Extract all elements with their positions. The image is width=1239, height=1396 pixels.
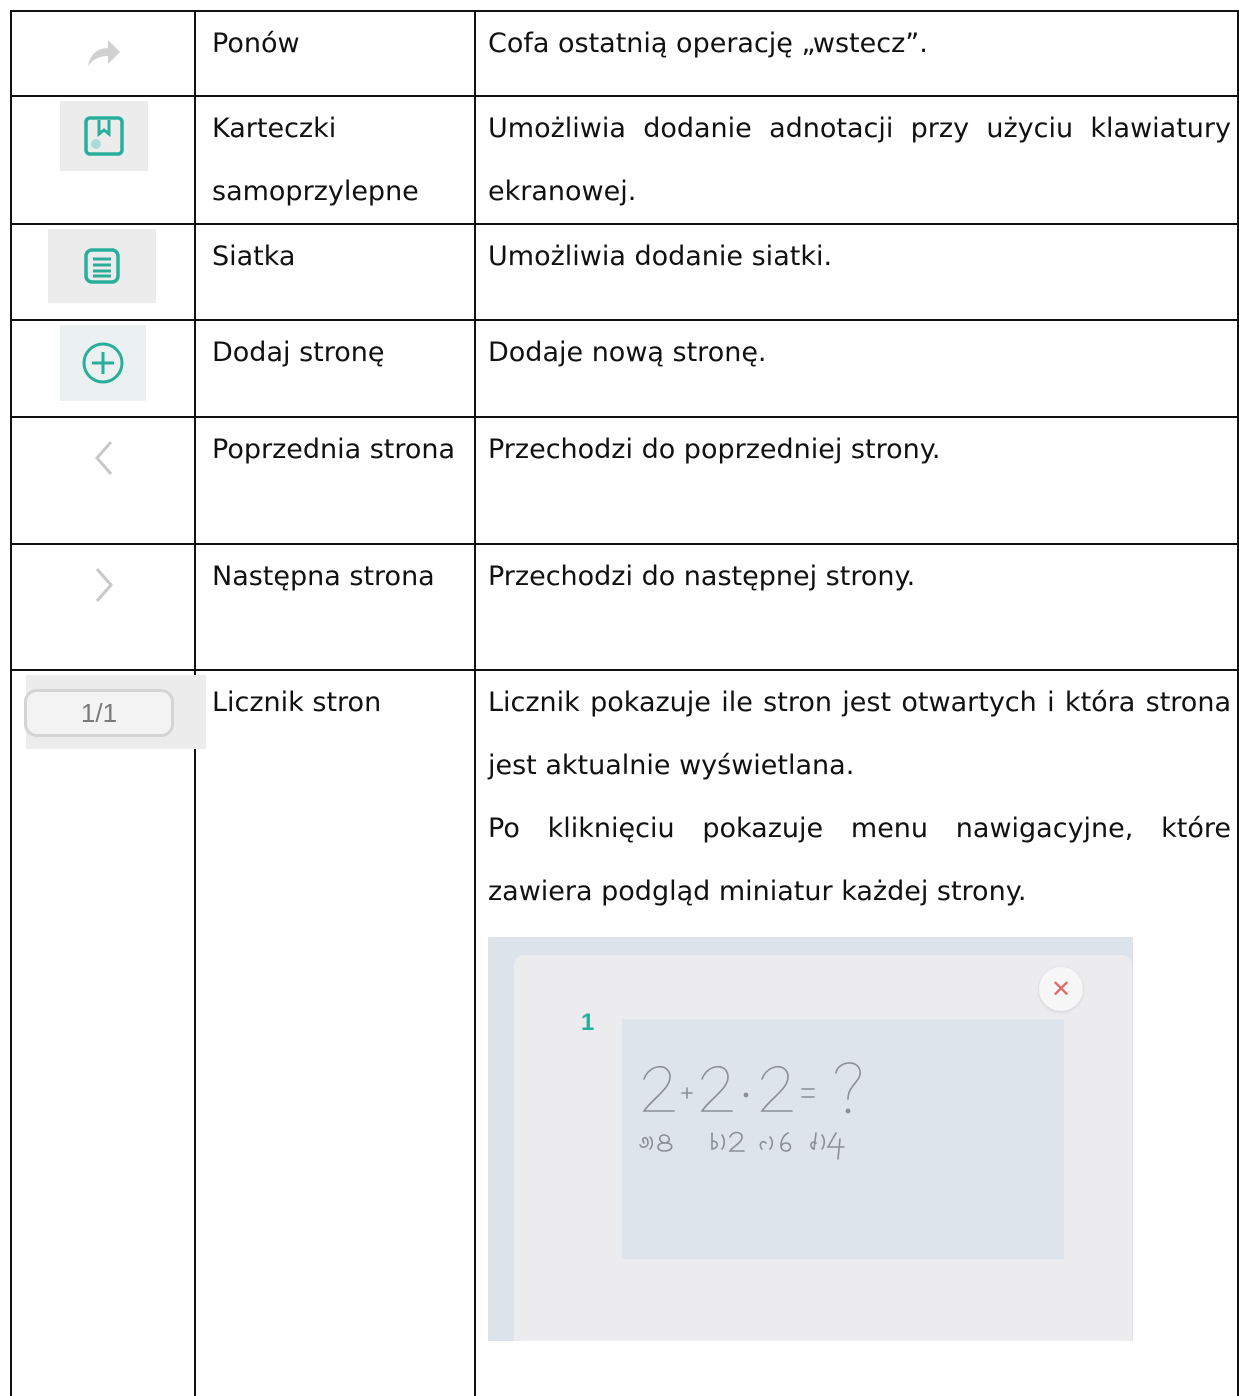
close-navigation-button[interactable]: ✕ <box>1039 967 1083 1011</box>
feature-name: Następna strona <box>194 543 476 671</box>
handwritten-equation <box>639 1062 861 1160</box>
description-paragraph: Umożliwia dodanie adnotacji przy użyciu … <box>488 113 1231 207</box>
table-row: Dodaj stronę Dodaje nową stronę. <box>10 319 1239 418</box>
thumbnail-page-number: 1 <box>581 1009 595 1036</box>
table-row: 1/1 Licznik stron Licznik pokazuje ile s… <box>10 669 1239 1396</box>
page-counter: 1/1 <box>24 689 174 737</box>
chevron-right-icon <box>74 555 134 615</box>
grid-lines-icon <box>48 229 156 303</box>
feature-description: Licznik pokazuje ile stron jest otwartyc… <box>474 669 1239 1396</box>
feature-table: Ponów Cofa ostatnią operację „wstecz”. K… <box>10 10 1239 1396</box>
table-row: Następna strona Przechodzi do następnej … <box>10 543 1239 671</box>
description-paragraph: Licznik pokazuje ile stron jest otwartyc… <box>488 687 1231 781</box>
icon-cell <box>10 319 196 418</box>
page-thumbnail <box>622 1019 1064 1259</box>
description-paragraph: Dodaje nową stronę. <box>488 337 767 368</box>
navigation-menu-screenshot: 1 ✕ <box>488 937 1133 1341</box>
table-row: Karteczki samoprzylepne Umożliwia dodani… <box>10 95 1239 225</box>
feature-name: Ponów <box>194 10 476 97</box>
description-paragraph: Umożliwia dodanie siatki. <box>488 241 833 272</box>
table-row: Poprzednia strona Przechodzi do poprzedn… <box>10 416 1239 545</box>
feature-name: Licznik stron <box>194 669 476 1396</box>
icon-cell <box>10 543 196 671</box>
description-paragraph: Po kliknięciu pokazuje menu nawigacyjne,… <box>488 813 1231 907</box>
description-paragraph: Przechodzi do poprzedniej strony. <box>488 434 941 465</box>
feature-name: Karteczki samoprzylepne <box>194 95 476 225</box>
description-paragraph: Przechodzi do następnej strony. <box>488 561 916 592</box>
feature-description: Cofa ostatnią operację „wstecz”. <box>474 10 1239 97</box>
feature-description: Dodaje nową stronę. <box>474 319 1239 418</box>
feature-name: Siatka <box>194 223 476 321</box>
chevron-left-icon <box>74 428 134 488</box>
feature-description: Przechodzi do poprzedniej strony. <box>474 416 1239 545</box>
icon-cell <box>10 95 196 225</box>
redo-arrow-icon <box>72 24 132 84</box>
feature-name: Dodaj stronę <box>194 319 476 418</box>
table-row: Ponów Cofa ostatnią operację „wstecz”. <box>10 10 1239 97</box>
description-paragraph: Cofa ostatnią operację „wstecz”. <box>488 28 928 59</box>
add-page-plus-icon <box>60 325 146 401</box>
feature-description: Umożliwia dodanie adnotacji przy użyciu … <box>474 95 1239 225</box>
icon-cell <box>10 223 196 321</box>
feature-name: Poprzednia strona <box>194 416 476 545</box>
icon-cell <box>10 10 196 97</box>
icon-cell <box>10 416 196 545</box>
feature-description: Umożliwia dodanie siatki. <box>474 223 1239 321</box>
table-row: Siatka Umożliwia dodanie siatki. <box>10 223 1239 321</box>
feature-description: Przechodzi do następnej strony. <box>474 543 1239 671</box>
sticky-note-icon <box>60 101 148 171</box>
icon-cell: 1/1 <box>10 669 206 1396</box>
